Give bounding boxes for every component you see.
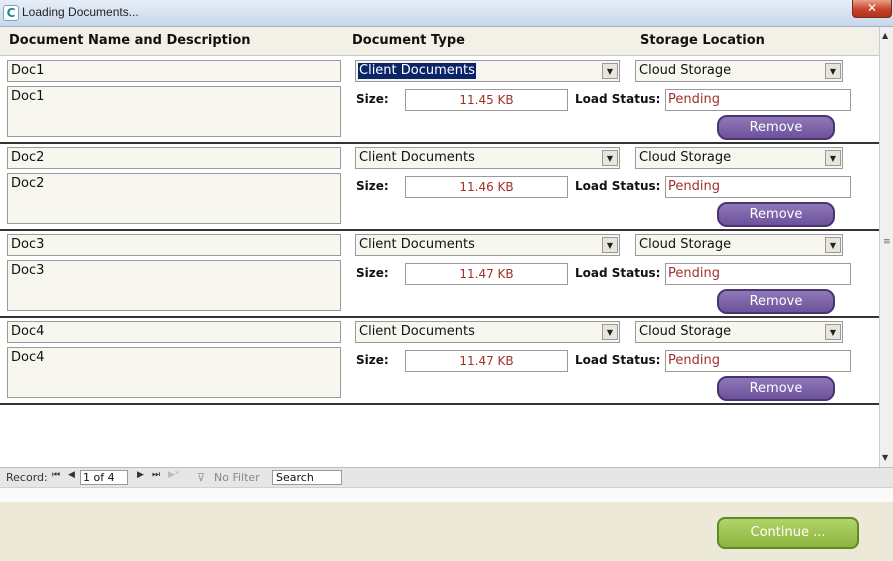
document-type-value: Client Documents bbox=[358, 63, 476, 79]
document-type-value: Client Documents bbox=[359, 150, 475, 165]
column-header-type: Document Type bbox=[352, 33, 465, 48]
document-type-select[interactable]: Client Documents ▼ bbox=[355, 60, 620, 82]
last-record-icon[interactable]: ⏭ bbox=[152, 470, 160, 480]
size-field: 11.47 KB bbox=[405, 350, 568, 372]
first-record-icon[interactable]: ⏮ bbox=[52, 470, 60, 480]
document-name-field[interactable]: Doc2 bbox=[7, 147, 341, 169]
remove-button[interactable]: Remove bbox=[717, 202, 835, 227]
scroll-up-arrow-icon[interactable]: ▲ bbox=[882, 31, 888, 40]
remove-button[interactable]: Remove bbox=[717, 115, 835, 140]
horizontal-scroll-area bbox=[0, 487, 893, 502]
document-name-field[interactable]: Doc1 bbox=[7, 60, 341, 82]
filter-icon[interactable]: ⊽ bbox=[197, 471, 205, 484]
app-icon: C bbox=[3, 5, 19, 21]
record-label: Record: bbox=[6, 471, 48, 484]
title-bar: C Loading Documents... ✕ bbox=[0, 0, 893, 27]
dropdown-arrow-icon[interactable]: ▼ bbox=[602, 63, 618, 79]
load-status-field: Pending bbox=[665, 89, 851, 111]
document-type-select[interactable]: Client Documents ▼ bbox=[355, 147, 620, 169]
document-type-value: Client Documents bbox=[359, 237, 475, 252]
size-label: Size: bbox=[356, 266, 389, 280]
load-status-field: Pending bbox=[665, 176, 851, 198]
load-status-label: Load Status: bbox=[575, 353, 661, 367]
search-input[interactable]: Search bbox=[272, 470, 342, 485]
storage-location-select[interactable]: Cloud Storage ▼ bbox=[635, 321, 843, 343]
scroll-grip-icon[interactable]: ≡ bbox=[883, 238, 891, 247]
close-button[interactable]: ✕ bbox=[852, 0, 892, 18]
size-field: 11.46 KB bbox=[405, 176, 568, 198]
dropdown-arrow-icon[interactable]: ▼ bbox=[602, 150, 618, 166]
column-header-name: Document Name and Description bbox=[9, 33, 251, 48]
storage-location-value: Cloud Storage bbox=[639, 63, 732, 78]
dropdown-arrow-icon[interactable]: ▼ bbox=[602, 324, 618, 340]
dropdown-arrow-icon[interactable]: ▼ bbox=[825, 324, 841, 340]
size-label: Size: bbox=[356, 179, 389, 193]
size-field: 11.45 KB bbox=[405, 89, 568, 111]
dropdown-arrow-icon[interactable]: ▼ bbox=[825, 237, 841, 253]
dropdown-arrow-icon[interactable]: ▼ bbox=[825, 63, 841, 79]
remove-button[interactable]: Remove bbox=[717, 376, 835, 401]
document-record: Doc2 Doc2 Client Documents ▼ Cloud Stora… bbox=[0, 144, 879, 231]
continue-button[interactable]: Continue ... bbox=[717, 517, 859, 549]
document-description-field[interactable]: Doc1 bbox=[7, 86, 341, 137]
storage-location-value: Cloud Storage bbox=[639, 324, 732, 339]
dropdown-arrow-icon[interactable]: ▼ bbox=[602, 237, 618, 253]
new-record-icon[interactable]: ▶* bbox=[168, 470, 179, 480]
storage-location-value: Cloud Storage bbox=[639, 150, 732, 165]
previous-record-icon[interactable]: ◀ bbox=[68, 470, 75, 480]
load-status-field: Pending bbox=[665, 350, 851, 372]
document-name-field[interactable]: Doc4 bbox=[7, 321, 341, 343]
storage-location-value: Cloud Storage bbox=[639, 237, 732, 252]
scroll-down-arrow-icon[interactable]: ▼ bbox=[882, 453, 888, 462]
document-form: Document Name and Description Document T… bbox=[0, 27, 879, 467]
document-record: Doc4 Doc4 Client Documents ▼ Cloud Stora… bbox=[0, 318, 879, 405]
dropdown-arrow-icon[interactable]: ▼ bbox=[825, 150, 841, 166]
vertical-scrollbar[interactable]: ▲ ≡ ▼ bbox=[879, 27, 893, 467]
load-status-label: Load Status: bbox=[575, 266, 661, 280]
no-filter-label[interactable]: No Filter bbox=[214, 471, 260, 484]
window-title: Loading Documents... bbox=[22, 5, 139, 19]
size-label: Size: bbox=[356, 353, 389, 367]
document-description-field[interactable]: Doc4 bbox=[7, 347, 341, 398]
document-name-field[interactable]: Doc3 bbox=[7, 234, 341, 256]
storage-location-select[interactable]: Cloud Storage ▼ bbox=[635, 234, 843, 256]
load-status-label: Load Status: bbox=[575, 179, 661, 193]
load-status-label: Load Status: bbox=[575, 92, 661, 106]
document-description-field[interactable]: Doc2 bbox=[7, 173, 341, 224]
record-position-field[interactable]: 1 of 4 bbox=[80, 470, 128, 485]
document-type-value: Client Documents bbox=[359, 324, 475, 339]
size-field: 11.47 KB bbox=[405, 263, 568, 285]
remove-button[interactable]: Remove bbox=[717, 289, 835, 314]
record-navigation-bar: Record: ⏮ ◀ 1 of 4 ▶ ⏭ ▶* ⊽ No Filter Se… bbox=[0, 467, 893, 487]
storage-location-select[interactable]: Cloud Storage ▼ bbox=[635, 147, 843, 169]
document-record: Doc3 Doc3 Client Documents ▼ Cloud Stora… bbox=[0, 231, 879, 318]
storage-location-select[interactable]: Cloud Storage ▼ bbox=[635, 60, 843, 82]
document-record: Doc1 Doc1 Client Documents ▼ Cloud Stora… bbox=[0, 57, 879, 144]
column-header-row: Document Name and Description Document T… bbox=[0, 27, 879, 56]
load-status-field: Pending bbox=[665, 263, 851, 285]
footer: Continue ... bbox=[0, 502, 893, 561]
size-label: Size: bbox=[356, 92, 389, 106]
document-description-field[interactable]: Doc3 bbox=[7, 260, 341, 311]
column-header-location: Storage Location bbox=[640, 33, 765, 48]
document-type-select[interactable]: Client Documents ▼ bbox=[355, 234, 620, 256]
next-record-icon[interactable]: ▶ bbox=[137, 470, 144, 480]
document-type-select[interactable]: Client Documents ▼ bbox=[355, 321, 620, 343]
